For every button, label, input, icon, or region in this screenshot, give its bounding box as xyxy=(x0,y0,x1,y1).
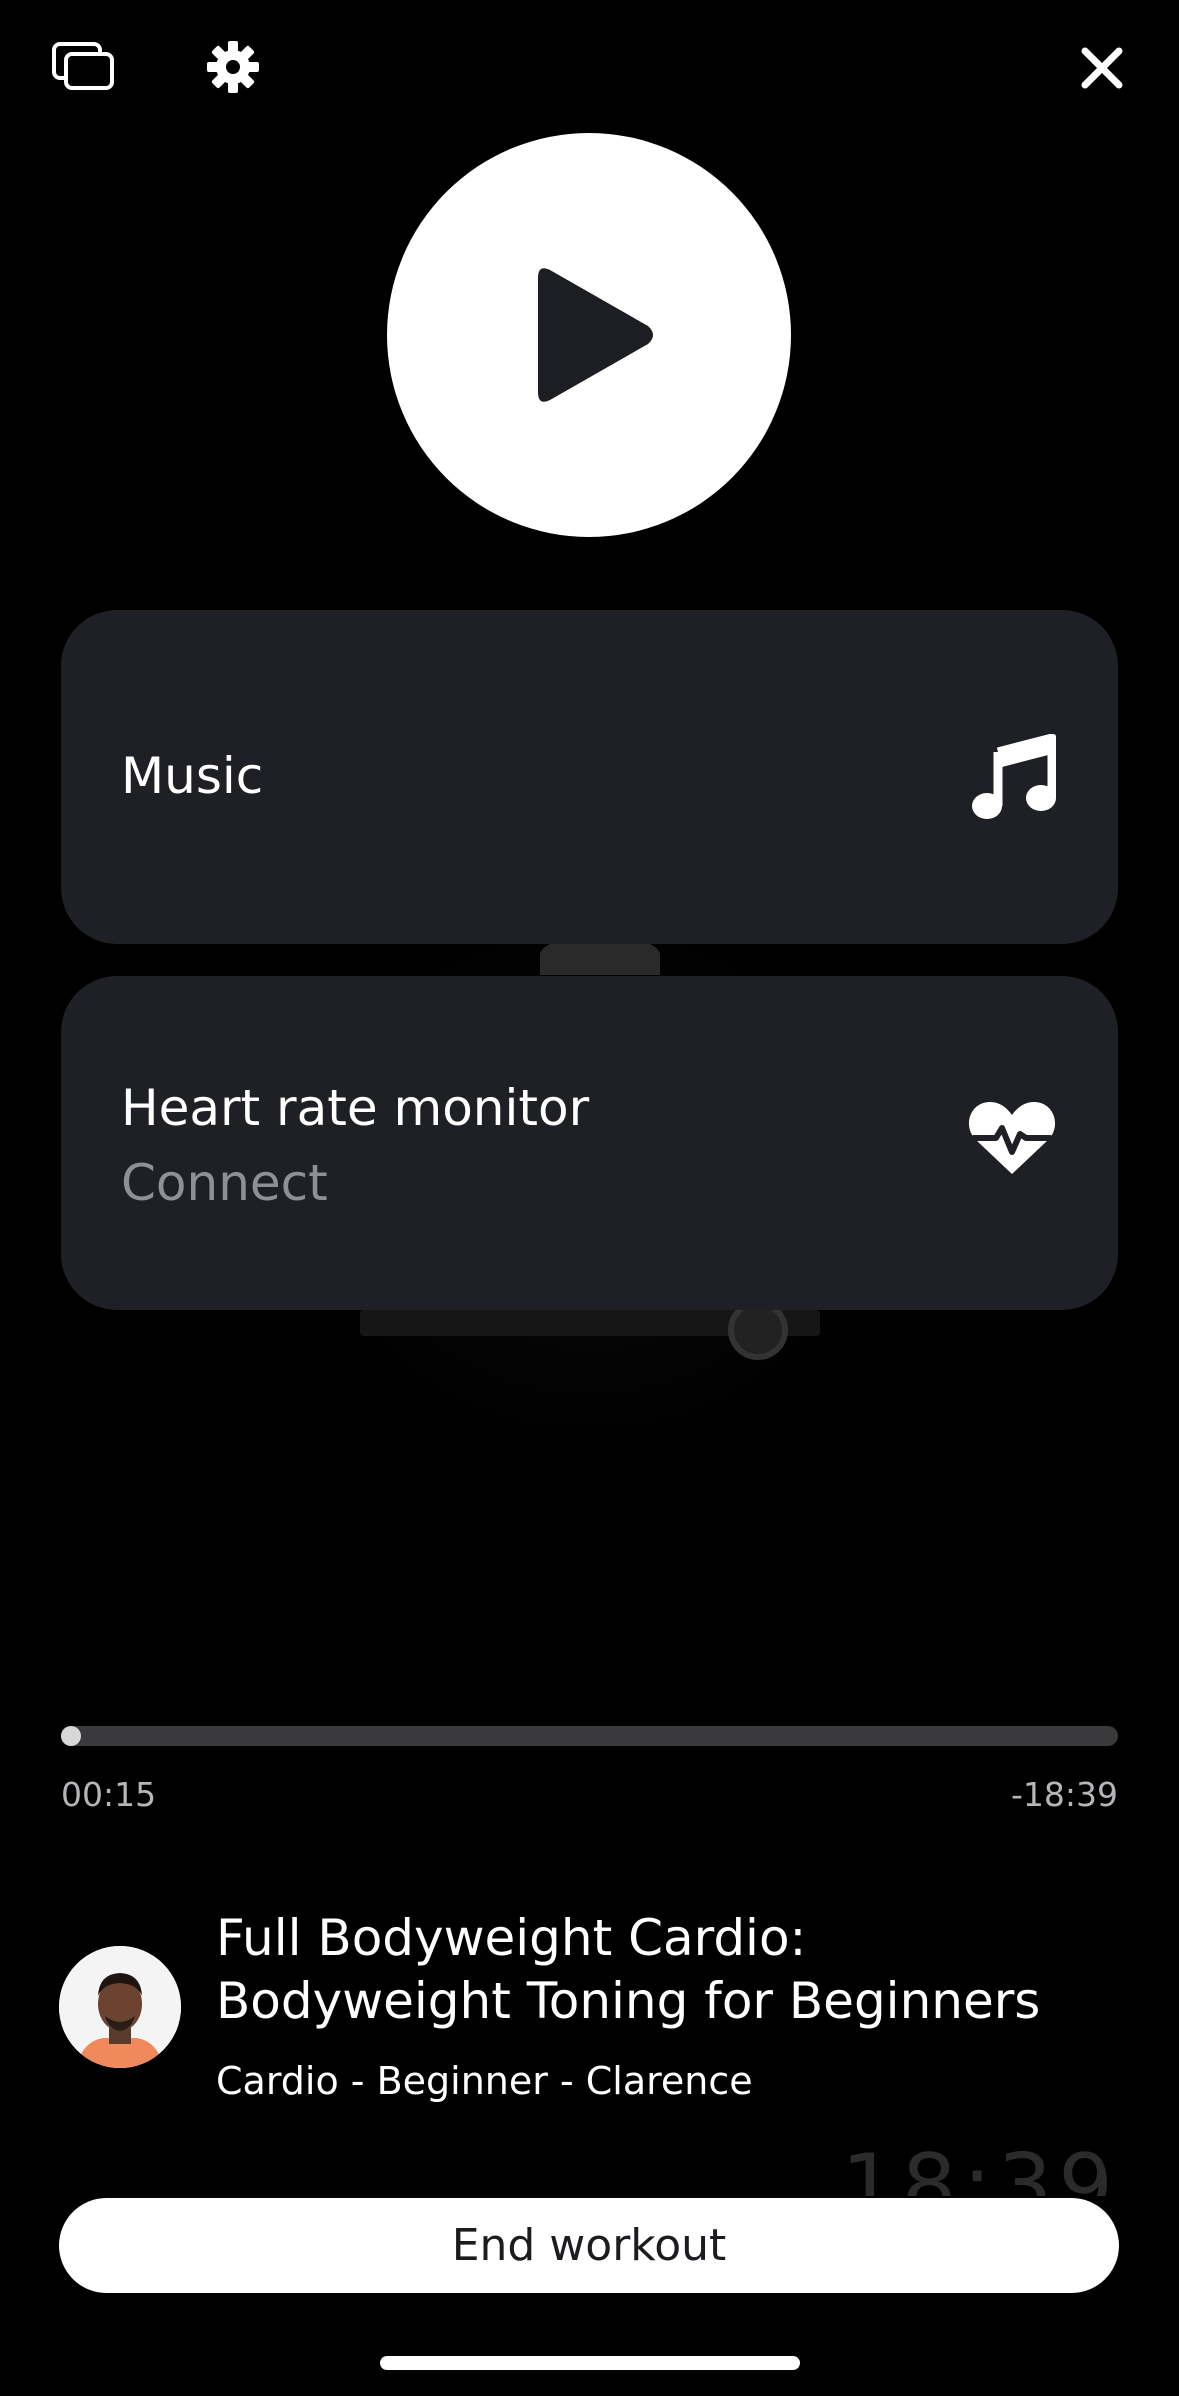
end-workout-button[interactable]: End workout xyxy=(59,2198,1119,2293)
close-button[interactable] xyxy=(1068,34,1136,102)
heart-rate-connect-link[interactable]: Connect xyxy=(121,1154,328,1212)
workout-meta: Cardio - Beginner - Clarence xyxy=(216,2059,753,2103)
music-note-icon xyxy=(972,733,1057,824)
play-button[interactable] xyxy=(387,133,791,537)
workout-title: Full Bodyweight Cardio: Bodyweight Tonin… xyxy=(216,1909,1041,2030)
play-icon xyxy=(538,268,653,402)
heart-rate-card[interactable]: Heart rate monitor Connect xyxy=(61,976,1118,1310)
trainer-avatar-image xyxy=(59,1946,181,2068)
gear-icon xyxy=(207,41,259,93)
close-icon xyxy=(1081,47,1123,89)
progress-fill xyxy=(61,1726,81,1746)
heart-rate-card-title: Heart rate monitor xyxy=(121,1079,590,1137)
cast-screen-icon xyxy=(52,42,114,90)
elapsed-time: 00:15 xyxy=(61,1775,157,1814)
large-countdown-timer: 18:39 xyxy=(841,2136,1119,2196)
music-card-title: Music xyxy=(121,747,264,805)
avatar xyxy=(59,1946,181,2068)
progress-track[interactable] xyxy=(61,1726,1118,1746)
music-card[interactable]: Music xyxy=(61,610,1118,944)
home-indicator xyxy=(380,2356,800,2370)
remaining-time: -18:39 xyxy=(1010,1775,1118,1814)
heart-pulse-icon xyxy=(968,1100,1056,1180)
cast-screen-button[interactable] xyxy=(48,38,120,94)
settings-button[interactable] xyxy=(200,34,266,100)
